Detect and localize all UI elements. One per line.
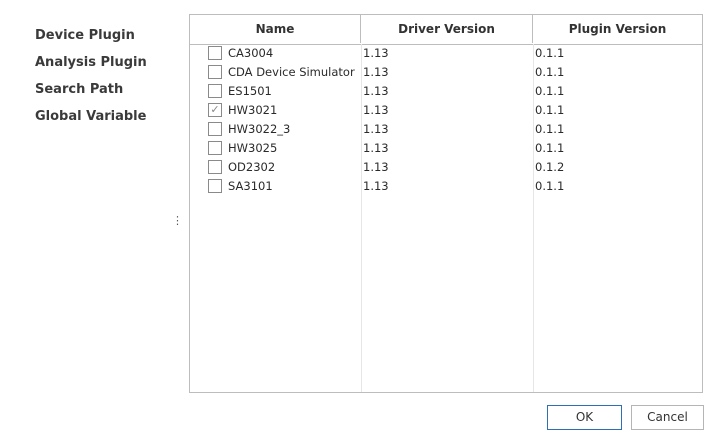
cancel-button[interactable]: Cancel	[631, 405, 704, 430]
cell-plugin: 0.1.1	[535, 122, 565, 136]
ok-button[interactable]: OK	[547, 405, 622, 430]
checkbox[interactable]	[208, 141, 222, 155]
nav-item-global-variable[interactable]: Global Variable	[35, 108, 175, 135]
cell-plugin: 0.1.1	[535, 141, 565, 155]
checkbox[interactable]	[208, 179, 222, 193]
nav-item-device-plugin[interactable]: Device Plugin	[35, 27, 175, 54]
cell-driver: 1.13	[363, 160, 389, 174]
column-header-name[interactable]: Name	[190, 15, 361, 43]
table-row[interactable]: HW3025 1.13 0.1.1	[190, 139, 702, 158]
table-row[interactable]: SA3101 1.13 0.1.1	[190, 177, 702, 196]
cell-name: OD2302	[228, 160, 276, 174]
checkbox[interactable]	[208, 65, 222, 79]
cell-name: CA3004	[228, 46, 274, 60]
checkbox[interactable]	[208, 160, 222, 174]
table-row[interactable]: ✓ HW3021 1.13 0.1.1	[190, 101, 702, 120]
cell-name: ES1501	[228, 84, 272, 98]
table-row[interactable]: CDA Device Simulator 1.13 0.1.1	[190, 63, 702, 82]
table-row[interactable]: ES1501 1.13 0.1.1	[190, 82, 702, 101]
cell-name: HW3021	[228, 103, 278, 117]
cell-name: SA3101	[228, 179, 273, 193]
cell-driver: 1.13	[363, 84, 389, 98]
checkbox[interactable]	[208, 46, 222, 60]
cell-plugin: 0.1.1	[535, 103, 565, 117]
plugin-grid: Name Driver Version Plugin Version CA300…	[189, 14, 703, 393]
cell-plugin: 0.1.1	[535, 65, 565, 79]
cell-driver: 1.13	[363, 65, 389, 79]
cell-plugin: 0.1.1	[535, 46, 565, 60]
cell-name: HW3022_3	[228, 122, 291, 136]
table-row[interactable]: OD2302 1.13 0.1.2	[190, 158, 702, 177]
column-header-plugin-version[interactable]: Plugin Version	[533, 15, 702, 43]
cell-name: CDA Device Simulator	[228, 65, 355, 79]
checkbox[interactable]	[208, 84, 222, 98]
checkbox[interactable]	[208, 122, 222, 136]
cell-plugin: 0.1.1	[535, 179, 565, 193]
table-row[interactable]: CA3004 1.13 0.1.1	[190, 44, 702, 63]
cell-driver: 1.13	[363, 103, 389, 117]
table-row[interactable]: HW3022_3 1.13 0.1.1	[190, 120, 702, 139]
cell-name: HW3025	[228, 141, 278, 155]
cell-driver: 1.13	[363, 122, 389, 136]
cell-driver: 1.13	[363, 141, 389, 155]
grid-header: Name Driver Version Plugin Version	[190, 15, 702, 45]
cell-driver: 1.13	[363, 179, 389, 193]
nav-item-search-path[interactable]: Search Path	[35, 81, 175, 108]
cell-driver: 1.13	[363, 46, 389, 60]
checkbox-checked[interactable]: ✓	[208, 103, 222, 117]
check-icon: ✓	[210, 103, 220, 116]
nav-item-analysis-plugin[interactable]: Analysis Plugin	[35, 54, 175, 81]
nav-panel: Device Plugin Analysis Plugin Search Pat…	[35, 27, 175, 135]
column-header-driver-version[interactable]: Driver Version	[361, 15, 533, 43]
cell-plugin: 0.1.2	[535, 160, 565, 174]
splitter-grip-icon[interactable]: ⋮	[172, 215, 183, 227]
cell-plugin: 0.1.1	[535, 84, 565, 98]
grid-rows: CA3004 1.13 0.1.1 CDA Device Simulator 1.13 0…	[190, 44, 702, 196]
